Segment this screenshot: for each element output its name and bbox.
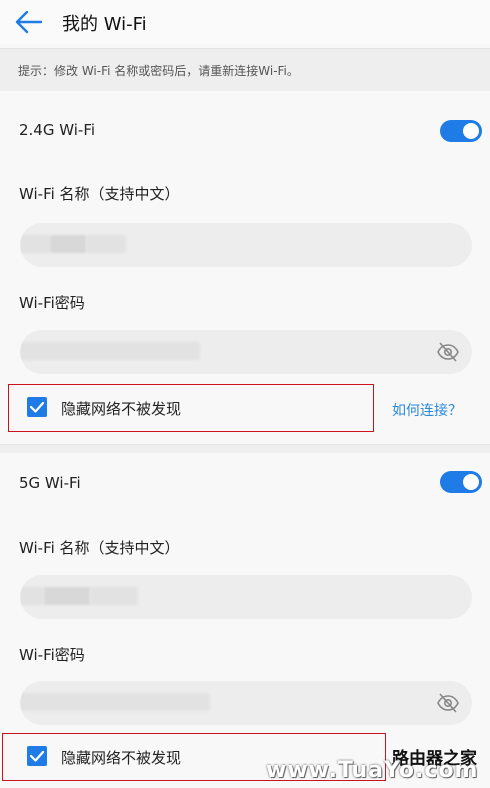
wifi-password-label-5g: Wi-Fi密码 (19, 646, 85, 664)
watermark-url: www.TuaYo.com (266, 758, 479, 783)
wifi-name-label-2-4g: Wi-Fi 名称（支持中文） (19, 185, 180, 203)
redacted-text (44, 587, 90, 605)
tip-text: 提示：修改 Wi-Fi 名称或密码后，请重新连接Wi-Fi。 (18, 64, 299, 78)
toggle-knob (463, 474, 479, 490)
back-button[interactable] (14, 9, 44, 35)
wifi-password-label-2-4g: Wi-Fi密码 (19, 294, 85, 312)
redacted-text (20, 587, 44, 605)
toggle-2-4g[interactable] (440, 120, 482, 142)
redacted-text (50, 235, 86, 253)
hide-network-checkbox-5g[interactable] (27, 746, 47, 766)
redacted-text (90, 587, 138, 605)
section-divider (0, 444, 490, 453)
tip-bar: 提示：修改 Wi-Fi 名称或密码后，请重新连接Wi-Fi。 (0, 48, 490, 92)
redacted-text (86, 235, 126, 253)
check-icon (29, 401, 45, 413)
page-title: 我的 Wi-Fi (62, 14, 147, 35)
hide-network-checkbox-2-4g[interactable] (27, 397, 47, 417)
eye-off-icon[interactable] (436, 692, 460, 714)
hide-network-label-5g: 隐藏网络不被发现 (61, 749, 182, 767)
check-icon (29, 750, 45, 762)
redacted-text (20, 693, 210, 711)
arrow-left-icon (15, 10, 43, 34)
section-5g: 5G Wi-Fi Wi-Fi 名称（支持中文） Wi-Fi密码 隐藏网络不被发现 (0, 453, 490, 788)
how-to-connect-link[interactable]: 如何连接？ (392, 400, 462, 420)
hide-network-label-2-4g: 隐藏网络不被发现 (61, 400, 182, 418)
eye-off-icon[interactable] (436, 341, 460, 363)
toggle-5g[interactable] (440, 471, 482, 493)
section-2-4g: 2.4G Wi-Fi Wi-Fi 名称（支持中文） Wi-Fi密码 隐藏网络不被… (0, 91, 490, 444)
toggle-knob (463, 123, 479, 139)
band-label-5g: 5G Wi-Fi (19, 474, 81, 492)
wifi-name-field-2-4g[interactable] (20, 223, 472, 267)
wifi-password-field-5g[interactable] (20, 681, 472, 725)
wifi-name-label-5g: Wi-Fi 名称（支持中文） (19, 539, 180, 557)
wifi-password-field-2-4g[interactable] (20, 330, 472, 374)
app-header: 我的 Wi-Fi (0, 0, 490, 44)
band-label-2-4g: 2.4G Wi-Fi (19, 121, 96, 139)
redacted-text (20, 235, 50, 253)
redacted-text (20, 342, 200, 360)
wifi-name-field-5g[interactable] (20, 575, 472, 619)
hide-network-row-2-4g[interactable]: 隐藏网络不被发现 (8, 384, 374, 432)
